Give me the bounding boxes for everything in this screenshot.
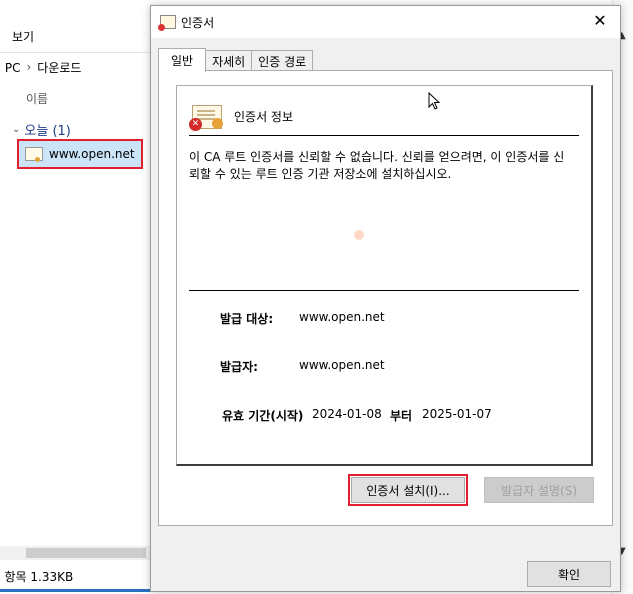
issuer-statement-button[interactable]: 발급자 설명(S) [484, 477, 594, 503]
certificate-dialog: 인증서 ✕ 일반 자세히 인증 경로 ✕ 인증서 정보 이 CA 루트 인증서를… [150, 5, 621, 592]
valid-from-value: 2024-01-08 [312, 407, 382, 421]
issued-by-label: 발급자: [220, 360, 258, 374]
file-item-certificate[interactable]: www.open.net [17, 139, 143, 169]
tab-details[interactable]: 자세히 [205, 50, 253, 72]
tab-certification-path[interactable]: 인증 경로 [251, 50, 314, 72]
install-certificate-button[interactable]: 인증서 설치(I)... [348, 474, 468, 506]
group-label: 오늘 (1) [24, 124, 71, 139]
status-bar-text: 1개 항목 1.33KB [0, 570, 74, 584]
breadcrumb[interactable]: 내 PC › 다운로드 [0, 58, 81, 76]
close-button[interactable]: ✕ [590, 11, 610, 31]
decorative-dot [354, 230, 364, 240]
menu-view[interactable]: 보기 [12, 28, 34, 45]
breadcrumb-item-pc[interactable]: 내 PC [0, 59, 20, 76]
mouse-cursor-icon [428, 92, 440, 110]
issued-by-value: www.open.net [299, 358, 385, 372]
certificate-error-icon [158, 15, 176, 31]
certificate-info-frame: ✕ 인증서 정보 이 CA 루트 인증서를 신뢰할 수 없습니다. 신뢰를 얻으… [176, 85, 593, 466]
status-accent-line [0, 589, 150, 592]
issued-to-label: 발급 대상: [220, 312, 274, 326]
ok-button[interactable]: 확인 [527, 561, 611, 587]
divider [189, 290, 579, 291]
column-header-name[interactable]: 이름 [26, 90, 48, 107]
certificate-error-icon: ✕ [189, 103, 223, 131]
file-name: www.open.net [49, 147, 135, 161]
horizontal-scrollbar[interactable] [0, 546, 150, 560]
dialog-title: 인증서 [181, 16, 215, 30]
info-title: 인증서 정보 [234, 110, 294, 124]
divider [189, 135, 579, 136]
tab-strip: 일반 자세히 인증 경로 [158, 48, 314, 72]
valid-to-label: 부터 [390, 409, 413, 423]
breadcrumb-item-downloads[interactable]: 다운로드 [37, 59, 81, 76]
tab-general[interactable]: 일반 [158, 48, 207, 72]
chevron-right-icon: › [26, 60, 32, 74]
trust-warning-message: 이 CA 루트 인증서를 신뢰할 수 없습니다. 신뢰를 얻으려면, 이 인증서… [189, 150, 565, 181]
dialog-titlebar[interactable]: 인증서 ✕ [151, 6, 620, 38]
scrollbar-thumb[interactable] [26, 548, 146, 558]
issued-to-value: www.open.net [299, 310, 385, 324]
general-tab-panel: ✕ 인증서 정보 이 CA 루트 인증서를 신뢰할 수 없습니다. 신뢰를 얻으… [158, 70, 613, 526]
chevron-down-icon: ⌄ [12, 124, 21, 135]
valid-to-value: 2025-01-07 [422, 407, 492, 421]
group-header-today[interactable]: ⌄ 오늘 (1) [12, 120, 71, 139]
certificate-file-icon [25, 147, 43, 162]
valid-from-label: 유효 기간(시작) [222, 409, 304, 423]
